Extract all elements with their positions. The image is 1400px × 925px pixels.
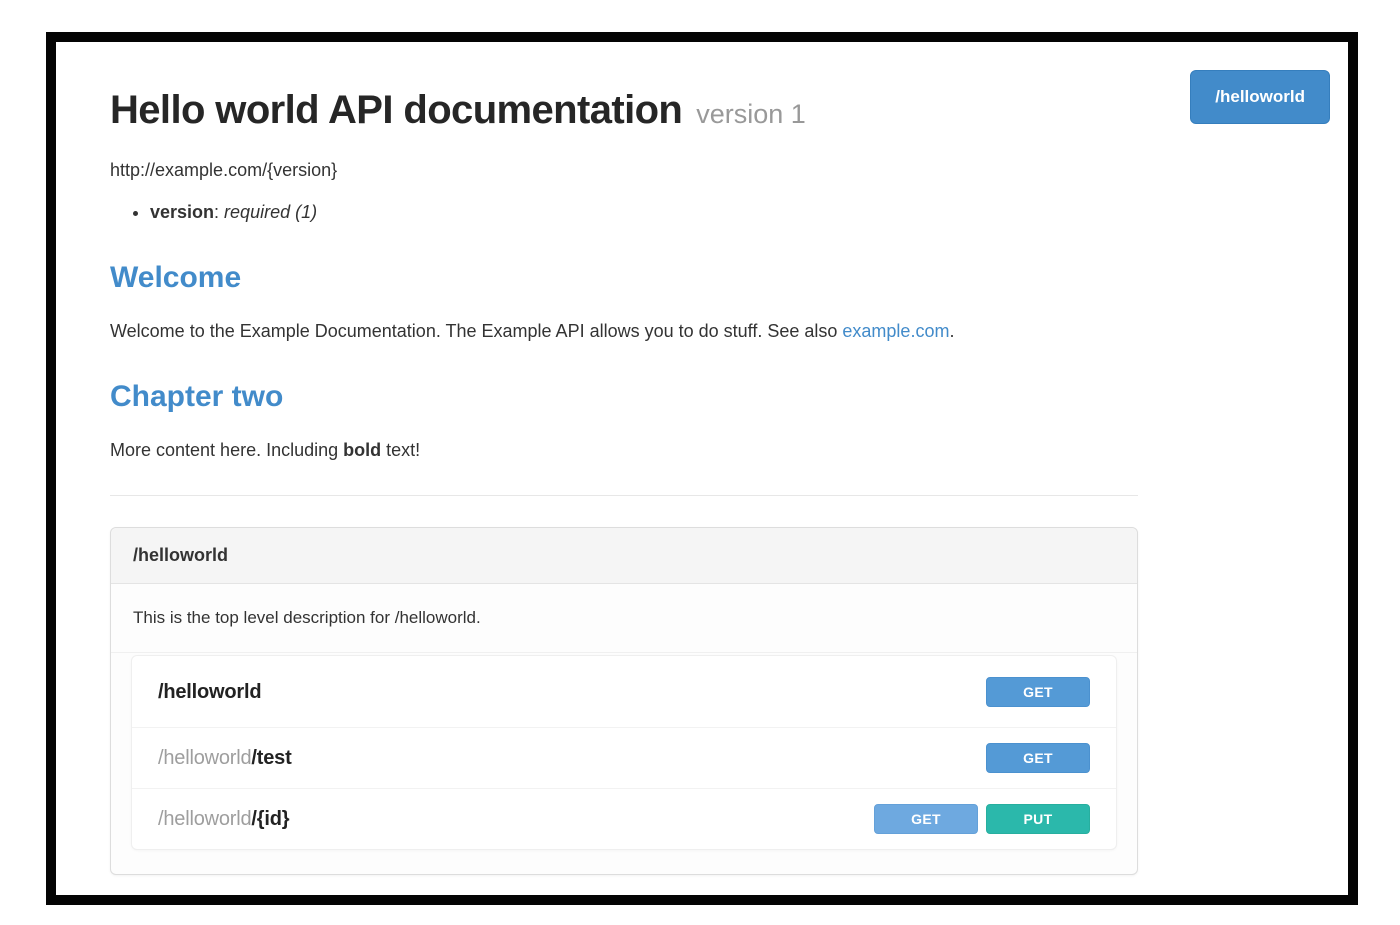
chapter-two-paragraph: More content here. Including bold text!	[110, 439, 1138, 462]
chapter-two-bold-text: bold	[343, 440, 381, 460]
welcome-text-suffix: .	[949, 321, 954, 341]
resource-path-name: /helloworld	[158, 681, 261, 703]
resource-panel-header: /helloworld	[111, 528, 1137, 584]
uri-params-list: version: required (1)	[110, 201, 1330, 223]
resource-path-name: /test	[251, 747, 291, 769]
uri-param-separator: :	[214, 202, 224, 222]
page-title: Hello world API documentation version 1	[110, 88, 806, 132]
uri-param-item: version: required (1)	[150, 201, 1330, 223]
uri-param-constraint: required (1)	[224, 202, 317, 222]
resource-path-parent: /helloworld	[158, 808, 251, 830]
resource-path: /helloworld	[158, 681, 978, 704]
divider	[110, 495, 1138, 496]
api-title-text: Hello world API documentation	[110, 88, 682, 132]
uri-param-name: version	[150, 202, 214, 222]
page-header: Hello world API documentationversion 1 /…	[110, 82, 1330, 132]
section-heading-chapter-two: Chapter two	[110, 380, 1330, 415]
welcome-text: Welcome to the Example Documentation. Th…	[110, 321, 842, 341]
base-uri-label: http://example.com/{version}	[110, 160, 1330, 181]
get-method-button[interactable]: GET	[874, 804, 978, 834]
resource-path: /helloworld/{id}	[158, 808, 866, 831]
api-version-label: version 1	[696, 99, 806, 129]
resource-rows-wrapper: /helloworld GET /helloworld/test GET /he…	[111, 653, 1137, 874]
resource-panel: /helloworld This is the top level descri…	[110, 527, 1138, 875]
put-method-button[interactable]: PUT	[986, 804, 1090, 834]
welcome-paragraph: Welcome to the Example Documentation. Th…	[110, 320, 1138, 343]
get-method-button[interactable]: GET	[986, 743, 1090, 773]
resource-panel-description: This is the top level description for /h…	[111, 584, 1137, 653]
api-doc-page: Hello world API documentation version 1 /…	[56, 42, 1348, 875]
resource-row-helloworld[interactable]: /helloworld GET	[132, 656, 1116, 727]
screenshot-frame: Hello world API documentation version 1 /…	[46, 32, 1358, 905]
example-com-link[interactable]: example.com	[842, 321, 949, 341]
chapter-two-text-suffix: text!	[381, 440, 420, 460]
resource-rows-box: /helloworld GET /helloworld/test GET /he…	[131, 655, 1117, 850]
get-method-button[interactable]: GET	[986, 677, 1090, 707]
resource-path: /helloworld/test	[158, 747, 978, 770]
chapter-two-text: More content here. Including	[110, 440, 343, 460]
resource-path-parent: /helloworld	[158, 747, 251, 769]
resource-row-helloworld-id[interactable]: /helloworld/{id} GET PUT	[132, 788, 1116, 849]
resource-path-name: /{id}	[251, 808, 289, 830]
helloworld-nav-button[interactable]: /helloworld	[1190, 70, 1330, 124]
resource-row-helloworld-test[interactable]: /helloworld/test GET	[132, 727, 1116, 788]
section-heading-welcome: Welcome	[110, 261, 1330, 296]
